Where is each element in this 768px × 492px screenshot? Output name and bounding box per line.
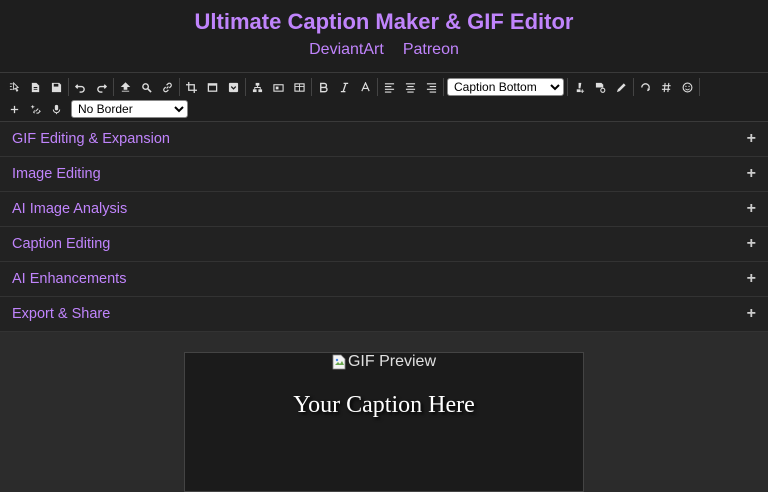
app-header: Ultimate Caption Maker & GIF Editor Devi… [0, 0, 768, 72]
toolbar-divider [699, 78, 700, 96]
accordion-gif-editing[interactable]: GIF Editing & Expansion + [0, 122, 768, 157]
microphone-icon[interactable] [46, 99, 67, 119]
toolbar-divider [377, 78, 378, 96]
accordion-export-share[interactable]: Export & Share + [0, 297, 768, 332]
toolbar-divider [443, 78, 444, 96]
upload-icon[interactable] [115, 77, 136, 97]
toolbar-divider [245, 78, 246, 96]
toolbar-row-1: Caption Bottom [4, 76, 764, 98]
split-icon[interactable] [289, 77, 310, 97]
select-tool-icon[interactable] [4, 77, 25, 97]
gif-preview-image: GIF Preview [185, 353, 583, 371]
expand-plus-icon[interactable]: + [747, 165, 756, 183]
redo-icon[interactable] [91, 77, 112, 97]
save-icon[interactable] [46, 77, 67, 97]
image-alt-text: GIF Preview [347, 353, 436, 370]
pencil-icon[interactable] [611, 77, 632, 97]
link-icon[interactable] [157, 77, 178, 97]
gif-preview-canvas[interactable]: GIF Preview Your Caption Here [184, 352, 584, 492]
accordion-label: AI Enhancements [12, 271, 127, 287]
hashtag-icon[interactable] [656, 77, 677, 97]
font-color-icon[interactable] [355, 77, 376, 97]
crop-icon[interactable] [181, 77, 202, 97]
bold-icon[interactable] [313, 77, 334, 97]
expand-plus-icon[interactable]: + [747, 130, 756, 148]
expand-plus-icon[interactable]: + [747, 270, 756, 288]
tools-accordion: GIF Editing & Expansion + Image Editing … [0, 122, 768, 332]
caption-position-select[interactable]: Caption Bottom [447, 78, 564, 96]
toolbar-divider [633, 78, 634, 96]
accordion-label: Caption Editing [12, 236, 111, 252]
toolbar-divider [311, 78, 312, 96]
accordion-label: AI Image Analysis [12, 201, 128, 217]
expand-plus-icon[interactable]: + [747, 200, 756, 218]
patreon-link[interactable]: Patreon [403, 40, 459, 60]
accordion-label: Export & Share [12, 306, 111, 322]
accordion-ai-image-analysis[interactable]: AI Image Analysis + [0, 192, 768, 227]
toolbar-divider [113, 78, 114, 96]
tree-icon[interactable] [247, 77, 268, 97]
align-center-icon[interactable] [400, 77, 421, 97]
expand-plus-icon[interactable]: + [747, 305, 756, 323]
toolbar-row-2: No Border [4, 98, 764, 120]
editor-toolbar: Caption Bottom No Border [0, 72, 768, 122]
caption-text[interactable]: Your Caption Here [185, 392, 583, 419]
dropdown-box-icon[interactable] [223, 77, 244, 97]
accordion-caption-editing[interactable]: Caption Editing + [0, 227, 768, 262]
expand-plus-icon[interactable]: + [747, 235, 756, 253]
smiley-icon[interactable] [677, 77, 698, 97]
toolbar-divider [567, 78, 568, 96]
rotate-icon[interactable] [635, 77, 656, 97]
accordion-image-editing[interactable]: Image Editing + [0, 157, 768, 192]
deviantart-link[interactable]: DeviantArt [309, 40, 384, 60]
resize-icon[interactable] [268, 77, 289, 97]
image-settings-icon[interactable] [590, 77, 611, 97]
align-right-icon[interactable] [421, 77, 442, 97]
brush-plus-icon[interactable] [569, 77, 590, 97]
toolbar-divider [179, 78, 180, 96]
new-file-icon[interactable] [25, 77, 46, 97]
align-left-icon[interactable] [379, 77, 400, 97]
accordion-label: Image Editing [12, 166, 101, 182]
sparkle-link-icon[interactable] [25, 99, 46, 119]
accordion-label: GIF Editing & Expansion [12, 131, 170, 147]
toolbar-divider [68, 78, 69, 96]
search-icon[interactable] [136, 77, 157, 97]
undo-icon[interactable] [70, 77, 91, 97]
italic-icon[interactable] [334, 77, 355, 97]
accordion-ai-enhancements[interactable]: AI Enhancements + [0, 262, 768, 297]
broken-image-icon [332, 354, 346, 370]
border-style-select[interactable]: No Border [71, 100, 188, 118]
header-links: DeviantArt Patreon [0, 40, 768, 60]
frame-icon[interactable] [202, 77, 223, 97]
preview-area: GIF Preview Your Caption Here [0, 332, 768, 492]
add-icon[interactable] [4, 99, 25, 119]
page-title: Ultimate Caption Maker & GIF Editor [194, 9, 574, 34]
